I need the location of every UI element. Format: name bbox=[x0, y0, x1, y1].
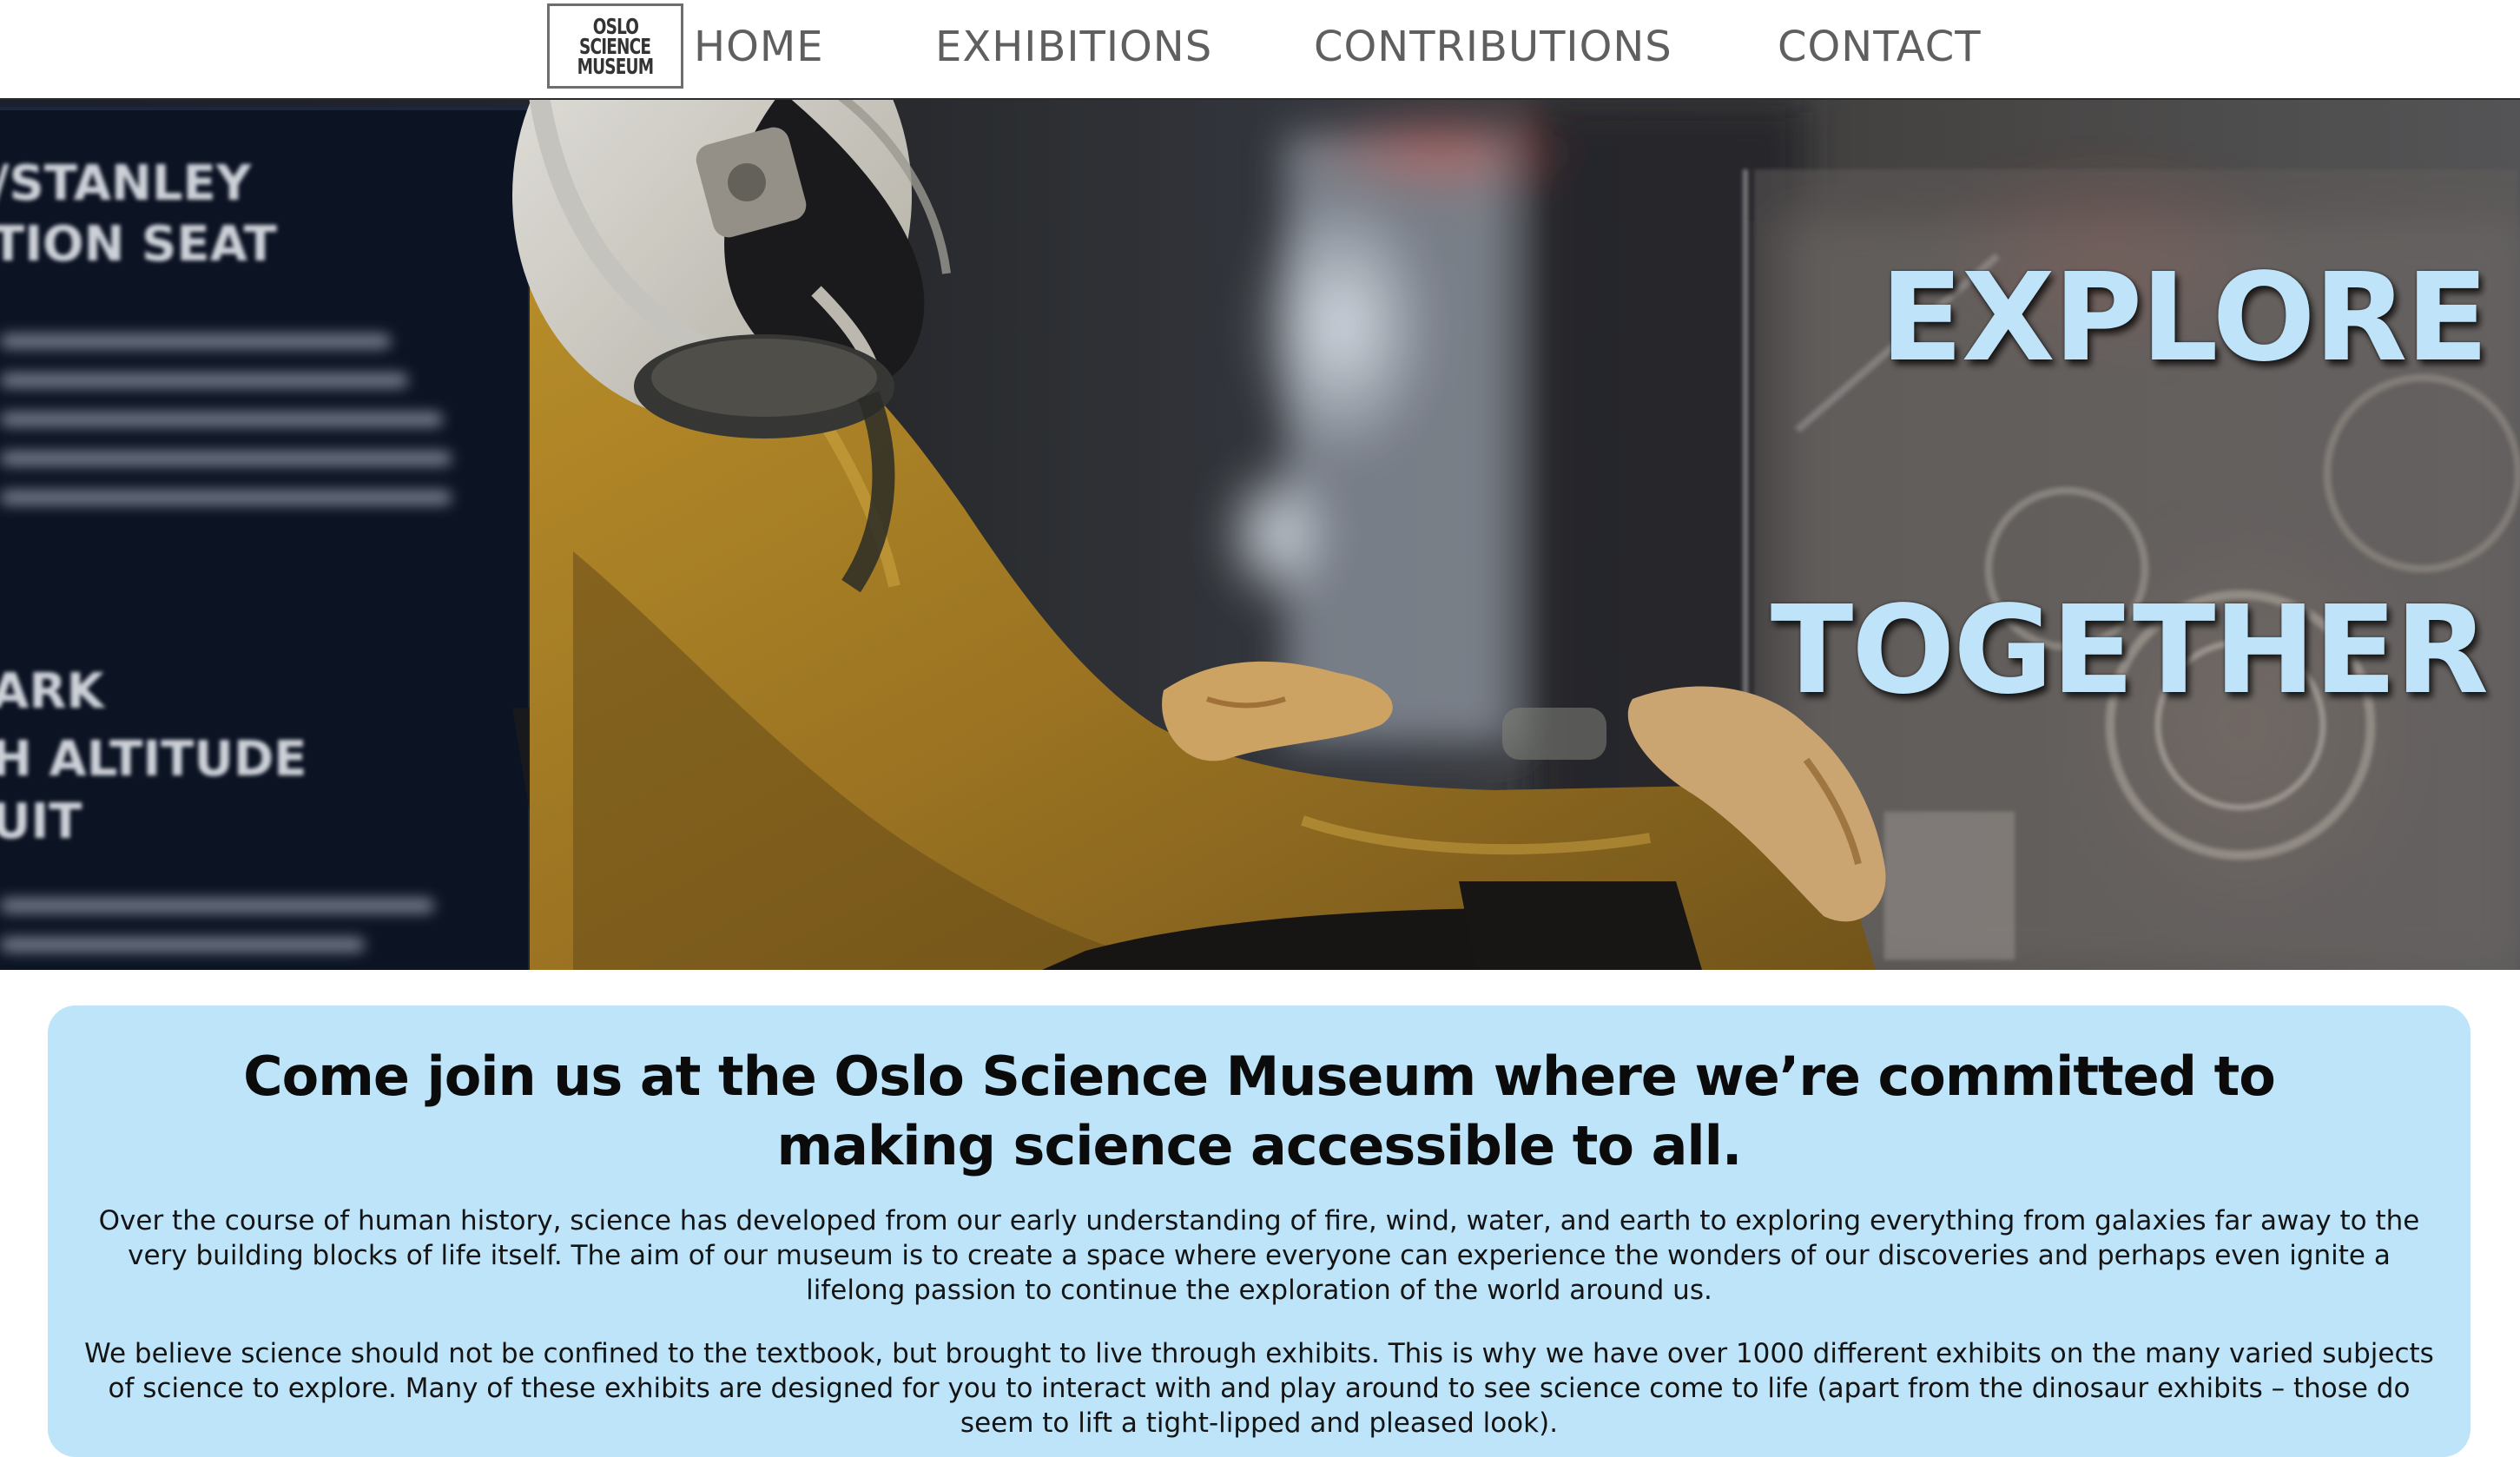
museum-logo[interactable]: OSLO SCIENCE MUSEUM bbox=[547, 3, 683, 89]
intro-card: Come join us at the Oslo Science Museum … bbox=[48, 1005, 2471, 1457]
nav-link-exhibitions[interactable]: EXHIBITIONS bbox=[935, 26, 1212, 68]
hero-banner: /STANLEY TION SEAT ARK H ALTITUDE UIT EX… bbox=[0, 100, 2520, 970]
intro-paragraph-1: Over the course of human history, scienc… bbox=[98, 1205, 2420, 1306]
nav-link-contributions[interactable]: CONTRIBUTIONS bbox=[1314, 26, 1672, 68]
hero-photo: /STANLEY TION SEAT ARK H ALTITUDE UIT bbox=[0, 100, 2520, 970]
logo-line-museum: MUSEUM bbox=[577, 53, 654, 79]
intro-paragraph-2: We believe science should not be confine… bbox=[84, 1338, 2434, 1439]
nav-link-contact[interactable]: CONTACT bbox=[1778, 26, 1982, 68]
nav-link-home[interactable]: HOME bbox=[694, 26, 824, 68]
top-navigation-bar: OSLO SCIENCE MUSEUM HOME EXHIBITIONS CON… bbox=[0, 0, 2520, 100]
hero-headline-together: TOGETHER bbox=[1770, 580, 2489, 722]
intro-heading: Come join us at the Oslo Science Museum … bbox=[243, 1045, 2276, 1177]
hero-headline-explore: EXPLORE bbox=[1880, 247, 2489, 389]
